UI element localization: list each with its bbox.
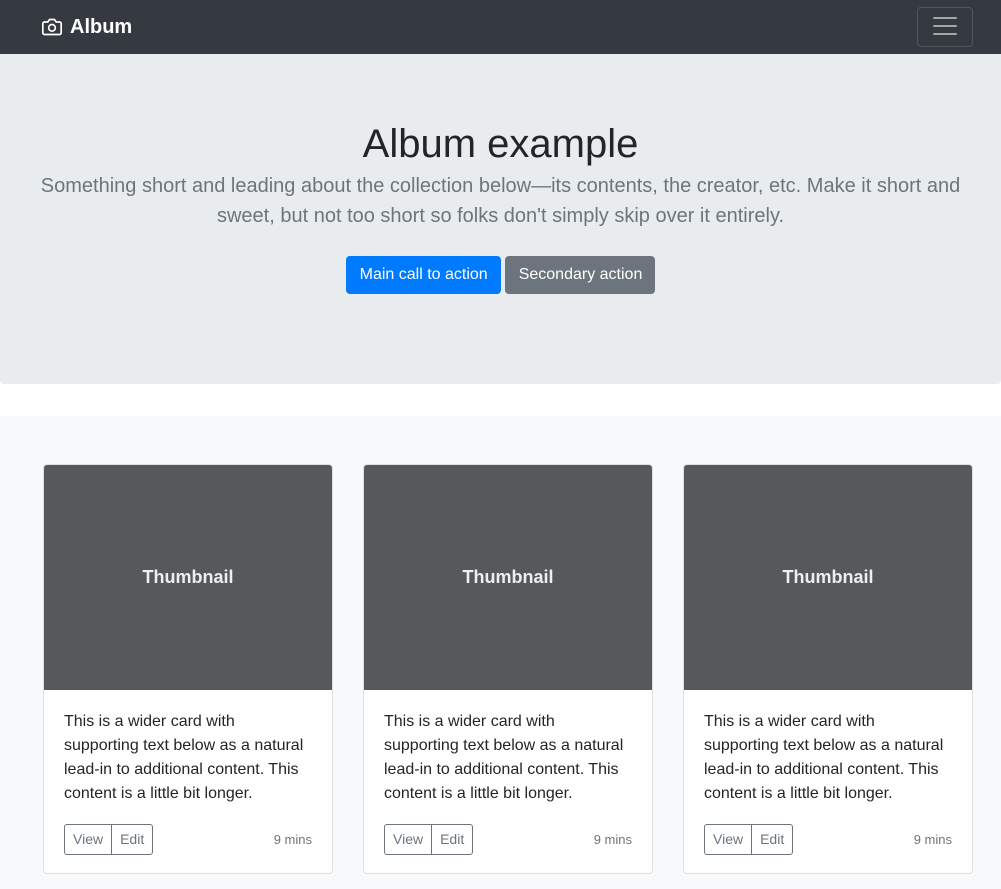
card-text: This is a wider card with supporting tex… <box>64 713 304 802</box>
card-text: This is a wider card with supporting tex… <box>704 713 944 802</box>
hero-section: Album example Something short and leadin… <box>0 54 1001 384</box>
view-button[interactable]: View <box>704 824 753 855</box>
card-time: 9 mins <box>273 832 312 847</box>
card-body: This is a wider card with supporting tex… <box>364 690 652 873</box>
card-text: This is a wider card with supporting tex… <box>384 713 624 802</box>
card-actions: View Edit 9 mins <box>64 824 312 855</box>
thumbnail-label: Thumbnail <box>782 567 874 587</box>
navbar-toggle-button[interactable] <box>917 7 973 47</box>
album-card: Thumbnail This is a wider card with supp… <box>363 464 653 874</box>
view-button[interactable]: View <box>64 824 113 855</box>
card-button-group: View Edit <box>64 824 154 855</box>
card-button-group: View Edit <box>384 824 474 855</box>
thumbnail-label: Thumbnail <box>462 567 554 587</box>
secondary-action-button[interactable]: Secondary action <box>504 256 656 294</box>
thumbnail-image: Thumbnail <box>44 465 332 690</box>
navbar: Album <box>0 0 1001 54</box>
card-actions: View Edit 9 mins <box>384 824 632 855</box>
album-section: Thumbnail This is a wider card with supp… <box>0 416 1001 889</box>
card-body: This is a wider card with supporting tex… <box>44 690 332 873</box>
hamburger-icon <box>930 11 960 44</box>
card-body: This is a wider card with supporting tex… <box>684 690 972 873</box>
camera-icon <box>42 17 62 37</box>
card-time: 9 mins <box>593 832 632 847</box>
card-actions: View Edit 9 mins <box>704 824 952 855</box>
edit-button[interactable]: Edit <box>431 824 474 855</box>
edit-button[interactable]: Edit <box>111 824 154 855</box>
edit-button[interactable]: Edit <box>751 824 794 855</box>
album-card: Thumbnail This is a wider card with supp… <box>43 464 333 874</box>
hero-buttons: Main call to action Secondary action <box>0 256 1001 294</box>
brand-link[interactable]: Album <box>42 16 132 39</box>
card-time: 9 mins <box>913 832 952 847</box>
main-call-to-action-button[interactable]: Main call to action <box>345 256 501 294</box>
card-button-group: View Edit <box>704 824 794 855</box>
thumbnail-label: Thumbnail <box>142 567 234 587</box>
brand-label: Album <box>70 15 133 38</box>
view-button[interactable]: View <box>384 824 433 855</box>
album-card: Thumbnail This is a wider card with supp… <box>683 464 973 874</box>
thumbnail-image: Thumbnail <box>684 465 972 690</box>
hero-title: Album example <box>362 122 639 166</box>
hero-lead: Something short and leading about the co… <box>40 175 961 227</box>
thumbnail-image: Thumbnail <box>364 465 652 690</box>
